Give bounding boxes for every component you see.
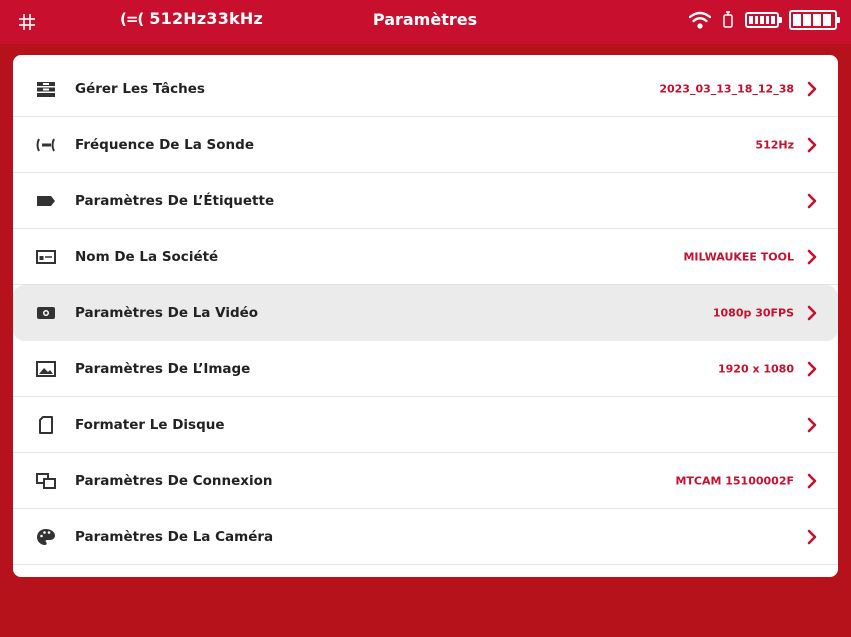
battery-small-icon: [745, 12, 779, 28]
settings-item-value: MTCAM 15100002F: [675, 474, 794, 487]
chevron-right-icon: [807, 137, 817, 152]
video-icon: [37, 306, 55, 319]
sd-card-icon: [39, 415, 53, 434]
frequency-readout: 512Hz33kHz: [149, 9, 263, 28]
probe-frequency-indicator[interactable]: (=( 512Hz33kHz: [120, 9, 263, 28]
probe-icon: (=(: [120, 9, 144, 28]
bottom-bar: [0, 590, 851, 637]
settings-item-manage-tasks[interactable]: Gérer Les Tâches 2023_03_13_18_12_38: [13, 61, 838, 117]
palette-icon: [37, 528, 55, 545]
settings-item-value: 2023_03_13_18_12_38: [659, 82, 794, 95]
settings-item-label: Fréquence De La Sonde: [75, 136, 254, 153]
chevron-right-icon: [807, 473, 817, 488]
company-card-icon: [36, 249, 56, 264]
page-title: Paramètres: [372, 10, 478, 29]
settings-screen: (=( 512Hz33kHz Paramètres Gérer Les Tâch…: [0, 0, 851, 637]
chevron-right-icon: [807, 417, 817, 432]
chevron-right-icon: [807, 81, 817, 96]
connection-icon: [36, 472, 56, 489]
status-bar: (=( 512Hz33kHz Paramètres: [0, 0, 851, 44]
settings-item-value: 1080p 30FPS: [712, 306, 794, 319]
settings-item-label: Paramètres De La Caméra: [75, 528, 274, 545]
settings-item-camera-settings[interactable]: Paramètres De La Caméra: [13, 509, 838, 565]
chevron-right-icon: [807, 529, 817, 544]
chevron-right-icon: [807, 361, 817, 376]
settings-item-value: 1920 x 1080: [718, 362, 794, 375]
settings-item-image-settings[interactable]: Paramètres De L’Image 1920 x 1080: [13, 341, 838, 397]
settings-item-company-name[interactable]: Nom De La Société MILWAUKEE TOOL: [13, 229, 838, 285]
settings-item-label-settings[interactable]: Paramètres De L’Étiquette: [13, 173, 838, 229]
settings-item-value: MILWAUKEE TOOL: [683, 250, 794, 263]
chevron-right-icon: [807, 305, 817, 320]
settings-item-connection-settings[interactable]: Paramètres De Connexion MTCAM 15100002F: [13, 453, 838, 509]
settings-item-probe-frequency[interactable]: Fréquence De La Sonde 512Hz: [13, 117, 838, 173]
settings-item-label: Paramètres De L’Image: [75, 360, 251, 377]
settings-item-video-settings[interactable]: Paramètres De La Vidéo 1080p 30FPS: [13, 285, 838, 341]
settings-item-label: Nom De La Société: [75, 248, 219, 265]
settings-item-label: Paramètres De La Vidéo: [75, 304, 259, 321]
grid-icon[interactable]: [18, 13, 36, 31]
probe-icon: [36, 138, 55, 151]
settings-item-label: Gérer Les Tâches: [75, 80, 205, 97]
battery-icon: [789, 10, 837, 30]
device-icon: [723, 11, 733, 28]
image-icon: [36, 360, 56, 377]
settings-item-label: Paramètres De Connexion: [75, 472, 273, 489]
settings-list: Gérer Les Tâches 2023_03_13_18_12_38 Fré…: [13, 55, 838, 577]
settings-item-label: Formater Le Disque: [75, 416, 225, 433]
chevron-right-icon: [807, 193, 817, 208]
settings-item-format-disk[interactable]: Formater Le Disque: [13, 397, 838, 453]
status-icons: [689, 10, 837, 30]
settings-item-value: 512Hz: [755, 138, 794, 151]
tag-icon: [37, 195, 55, 206]
tasks-icon: [37, 81, 55, 97]
settings-item-label: Paramètres De L’Étiquette: [75, 192, 275, 209]
wifi-icon: [689, 11, 711, 29]
chevron-right-icon: [807, 249, 817, 264]
